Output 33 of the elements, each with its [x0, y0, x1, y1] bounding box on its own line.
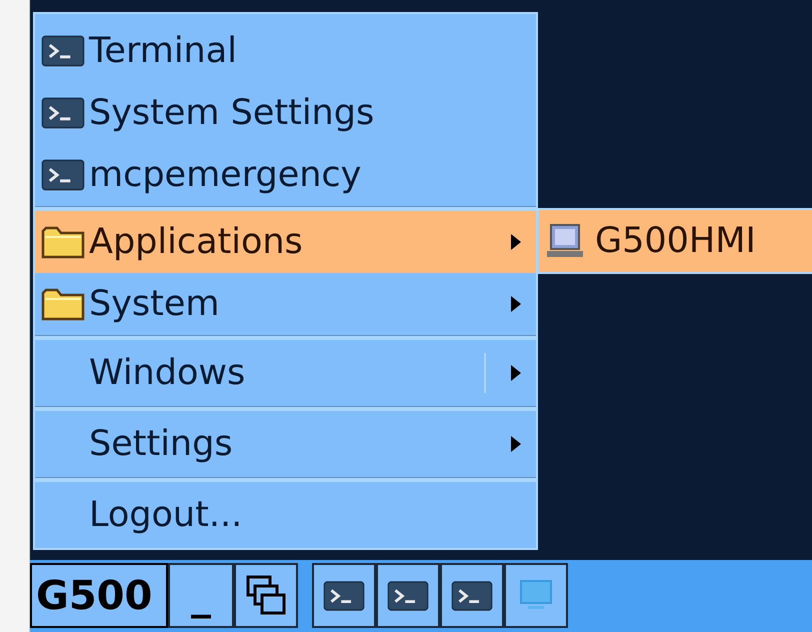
- menu-item-label: System Settings: [89, 96, 376, 130]
- menu-item[interactable]: Applications: [35, 211, 536, 273]
- start-button[interactable]: G500: [30, 563, 168, 628]
- menu-item-label: mcpemergency: [89, 158, 362, 192]
- menu-item-label: Terminal: [89, 34, 238, 68]
- terminal-icon: [323, 578, 365, 612]
- menu-item-label: Settings: [89, 426, 234, 462]
- windows-icon: [246, 574, 286, 616]
- menu-item-label: G500HMI: [595, 224, 756, 258]
- terminal-icon: [41, 34, 85, 68]
- terminal-icon: [41, 96, 85, 130]
- menu-item-label: Applications: [89, 224, 304, 260]
- menu-item[interactable]: Settings: [35, 411, 536, 477]
- terminal-task-button[interactable]: [376, 563, 440, 628]
- menu-item-label: Logout...: [89, 498, 244, 532]
- menu-item[interactable]: Windows: [35, 340, 536, 406]
- menu-item-label: Windows: [89, 356, 246, 390]
- window-list-button[interactable]: [234, 563, 298, 628]
- menu-item[interactable]: Terminal: [35, 20, 536, 82]
- menu-item[interactable]: Logout...: [35, 482, 536, 548]
- computer-icon: [545, 222, 585, 260]
- menu-item[interactable]: mcpemergency: [35, 144, 536, 206]
- desktop-task-button[interactable]: [504, 563, 568, 628]
- menu-item-label: System: [89, 286, 221, 322]
- terminal-task-button[interactable]: [440, 563, 504, 628]
- terminal-icon: [41, 158, 85, 192]
- minimize-button[interactable]: _: [168, 563, 234, 628]
- menu-item[interactable]: System Settings: [35, 82, 536, 144]
- terminal-icon: [451, 578, 493, 612]
- terminal-icon: [387, 578, 429, 612]
- menu-item[interactable]: System: [35, 273, 536, 335]
- terminal-task-button[interactable]: [312, 563, 376, 628]
- menu-item[interactable]: G500HMI: [539, 210, 812, 272]
